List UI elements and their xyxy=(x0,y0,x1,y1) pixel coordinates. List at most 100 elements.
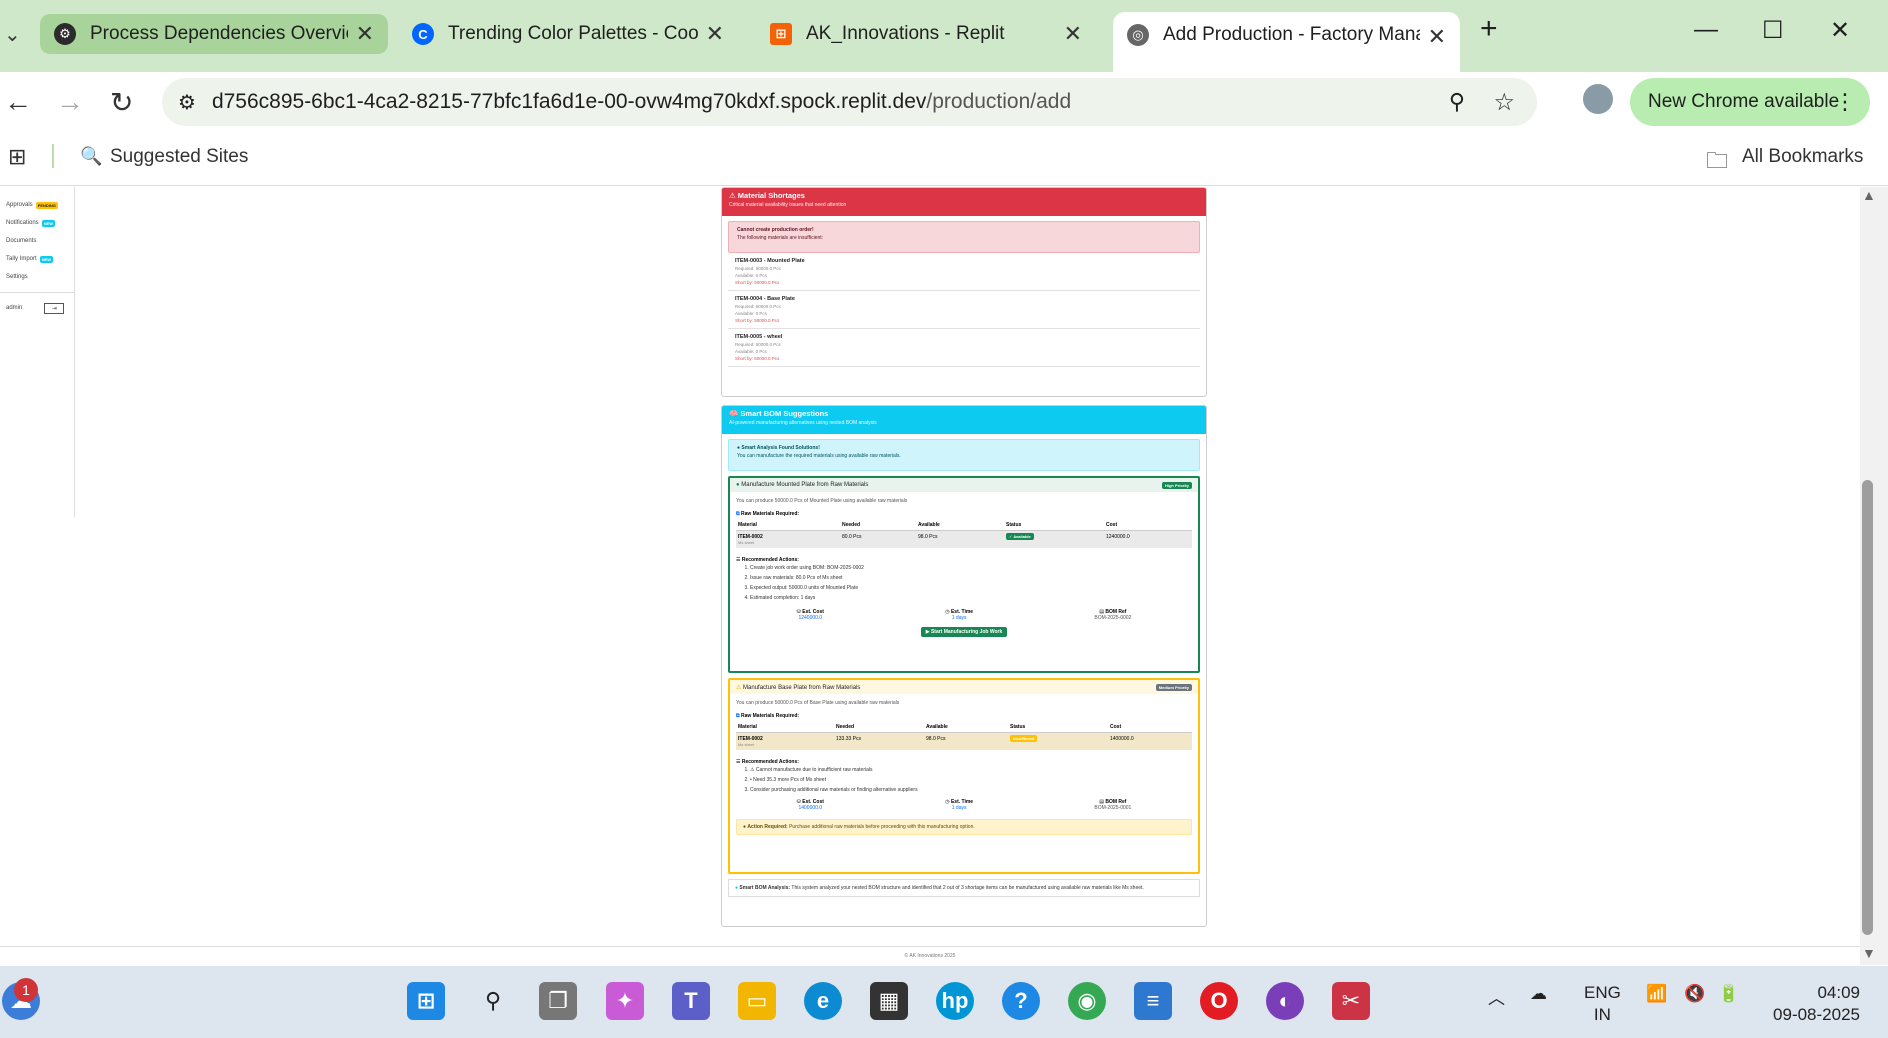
footer-text: © AK Innovations 2025 xyxy=(904,953,956,959)
sidebar-item-approvals[interactable]: Approvals PENDING xyxy=(0,196,74,214)
alert-text: Purchase additional raw materials before… xyxy=(789,824,975,830)
address-bar[interactable]: ⚙ d756c895-6bc1-4ca2-8215-77bfc1fa6d1e-0… xyxy=(162,78,1537,126)
scroll-down-icon[interactable]: ▼ xyxy=(1862,945,1876,961)
metric-value: 1240000.0 xyxy=(798,615,823,621)
apps-grid-icon[interactable]: ⊞ xyxy=(8,144,26,170)
clock[interactable]: 04:09 09-08-2025 xyxy=(1766,982,1860,1026)
sidebar-item-label: Tally Import xyxy=(6,256,37,262)
edge-icon[interactable]: e xyxy=(804,982,842,1020)
close-icon[interactable]: ✕ xyxy=(1064,21,1082,47)
section-title: Raw Materials Required: xyxy=(740,713,800,719)
cost-value: 1240000.0 xyxy=(1106,534,1130,540)
tab-list-dropdown[interactable]: ⌄ xyxy=(4,22,21,47)
sidebar-item-settings[interactable]: Settings xyxy=(0,268,74,286)
table-row: ITEM-0002 Ms sheet 80.0 Pcs 98.0 Pcs ✓ Av… xyxy=(736,530,1192,548)
chrome-update-button[interactable]: New Chrome available ⋮ xyxy=(1630,78,1870,126)
hp-icon[interactable]: hp xyxy=(936,982,974,1020)
task-view-icon[interactable]: ❐ xyxy=(539,982,577,1020)
minimize-button[interactable]: — xyxy=(1694,16,1718,44)
copilot-icon[interactable]: ✦ xyxy=(606,982,644,1020)
cost-value: 1400000.0 xyxy=(1110,736,1134,742)
chrome-update-label: New Chrome available xyxy=(1648,91,1840,112)
tab-add-production[interactable]: ◎ Add Production - Factory Management ✕ xyxy=(1113,12,1460,72)
url-host: d756c895-6bc1-4ca2-8215-77bfc1fa6d1e-00-… xyxy=(211,90,927,113)
all-bookmarks-link[interactable]: All Bookmarks xyxy=(1742,146,1863,168)
priority-badge: Medium Priority xyxy=(1155,683,1192,691)
github-icon[interactable]: ◐ xyxy=(1266,982,1304,1020)
suggestion-mounted-plate: ● Manufacture Mounted Plate from Raw Mat… xyxy=(728,476,1200,673)
tab-process-dependencies[interactable]: ⚙ Process Dependencies Overview ✕ xyxy=(40,14,388,54)
sidebar-item-tally-import[interactable]: Tally Import NEW xyxy=(0,250,74,268)
suggestion-description: You can produce 50000.0 Pcs of Mounted P… xyxy=(736,498,908,504)
alert-title: Smart Analysis Found Solutions! xyxy=(741,445,820,451)
tab-title: AK_Innovations - Replit xyxy=(806,23,1005,44)
item-name: ITEM-0003 - Mounted Plate xyxy=(735,258,805,264)
notification-badge: 1 xyxy=(14,978,38,1002)
browser-toolbar: ← → ↻ ⚙ d756c895-6bc1-4ca2-8215-77bfc1fa… xyxy=(0,72,1888,132)
warning-alert: ● Action Required: Purchase additional r… xyxy=(736,819,1192,835)
column-header: Available xyxy=(916,520,1004,531)
list-item: ⚠ Cannot manufacture due to insufficient… xyxy=(750,765,1192,775)
maximize-button[interactable]: ☐ xyxy=(1762,16,1784,45)
search-icon: 🔍 xyxy=(80,146,103,166)
close-icon[interactable]: ✕ xyxy=(1428,24,1446,50)
language-indicator[interactable]: ENG IN xyxy=(1584,982,1621,1026)
teams-icon[interactable]: T xyxy=(672,982,710,1020)
start-job-work-button[interactable]: ▶ Start Manufacturing Job Work xyxy=(920,627,1008,637)
list-item: Estimated completion: 1 days xyxy=(750,593,1192,603)
openai-icon: ⚙ xyxy=(54,23,76,45)
list-item: Expected output: 50000.0 units of Mounte… xyxy=(750,583,1192,593)
forward-button[interactable]: → xyxy=(56,86,84,118)
close-icon[interactable]: ✕ xyxy=(356,21,374,47)
logout-button[interactable]: ⇥ xyxy=(44,302,65,314)
folder-icon: 🗀 xyxy=(1706,148,1729,173)
item-required: Required: 50000.0 Pcs xyxy=(735,304,781,309)
table-row: ITEM-0002 Ms sheet 133.33 Pcs 98.0 Pcs In… xyxy=(736,732,1192,750)
more-menu-icon[interactable]: ⋮ xyxy=(1834,89,1856,115)
scrollbar-thumb[interactable] xyxy=(1862,480,1873,935)
column-header: Available xyxy=(924,722,1008,733)
profile-avatar[interactable] xyxy=(1583,84,1613,114)
card-title: ⚠ Material Shortages xyxy=(729,191,805,200)
needed-qty: 80.0 Pcs xyxy=(842,534,862,540)
site-info-icon[interactable]: ⚙ xyxy=(178,90,196,115)
new-tab-button[interactable]: + xyxy=(1480,12,1498,46)
close-icon[interactable]: ✕ xyxy=(706,21,724,47)
warning-icon: ⚠ xyxy=(736,684,744,691)
volume-muted-icon[interactable]: 🔇 xyxy=(1684,984,1705,1004)
user-row: admin ⇥ xyxy=(0,299,74,317)
reload-button[interactable]: ↻ xyxy=(110,86,133,119)
metric-value: 1400000.0 xyxy=(798,805,823,811)
shortage-item: ITEM-0003 - Mounted Plate Required: 5000… xyxy=(728,253,1200,291)
window-close-button[interactable]: ✕ xyxy=(1830,16,1850,45)
sidebar-item-notifications[interactable]: Notifications NEW xyxy=(0,214,74,232)
chevron-up-icon[interactable]: ︿ xyxy=(1488,984,1505,1009)
battery-icon[interactable]: 🔋 xyxy=(1718,984,1739,1004)
tab-replit[interactable]: ⊞ AK_Innovations - Replit ✕ xyxy=(756,14,1096,54)
opera-icon[interactable]: O xyxy=(1200,982,1238,1020)
notepad-icon[interactable]: ≡ xyxy=(1134,982,1172,1020)
card-subtitle: Critical material availability issues th… xyxy=(729,202,847,208)
suggested-sites-link[interactable]: Suggested Sites xyxy=(110,146,248,168)
back-button[interactable]: ← xyxy=(4,86,32,118)
list-item: Issue raw materials: 80.0 Pcs of Ms shee… xyxy=(750,573,1192,583)
file-explorer-icon[interactable]: ▭ xyxy=(738,982,776,1020)
search-icon[interactable]: ⚲ xyxy=(474,982,512,1020)
item-available: Available: 0 Pcs xyxy=(735,349,767,354)
onedrive-icon[interactable]: ☁ xyxy=(1530,984,1547,1004)
store-icon[interactable]: ▦ xyxy=(870,982,908,1020)
chrome-icon[interactable]: ◉ xyxy=(1068,982,1106,1020)
scroll-up-icon[interactable]: ▲ xyxy=(1862,187,1876,203)
sidebar-item-documents[interactable]: Documents xyxy=(0,232,74,250)
snipping-tool-icon[interactable]: ✂ xyxy=(1332,982,1370,1020)
help-icon[interactable]: ? xyxy=(1002,982,1040,1020)
priority-badge: High Priority xyxy=(1161,481,1192,489)
item-available: Available: 0 Pcs xyxy=(735,273,767,278)
start-icon[interactable]: ⊞ xyxy=(407,982,445,1020)
tab-coolors[interactable]: C Trending Color Palettes - Coolors ✕ xyxy=(398,14,738,54)
suggestion-base-plate: ⚠ Manufacture Base Plate from Raw Materi… xyxy=(728,678,1200,874)
star-icon[interactable]: ☆ xyxy=(1493,88,1515,117)
item-required: Required: 50000.0 Pcs xyxy=(735,266,781,271)
wifi-icon[interactable]: 📶 xyxy=(1646,984,1667,1004)
zoom-icon[interactable]: ⚲ xyxy=(1449,89,1465,115)
